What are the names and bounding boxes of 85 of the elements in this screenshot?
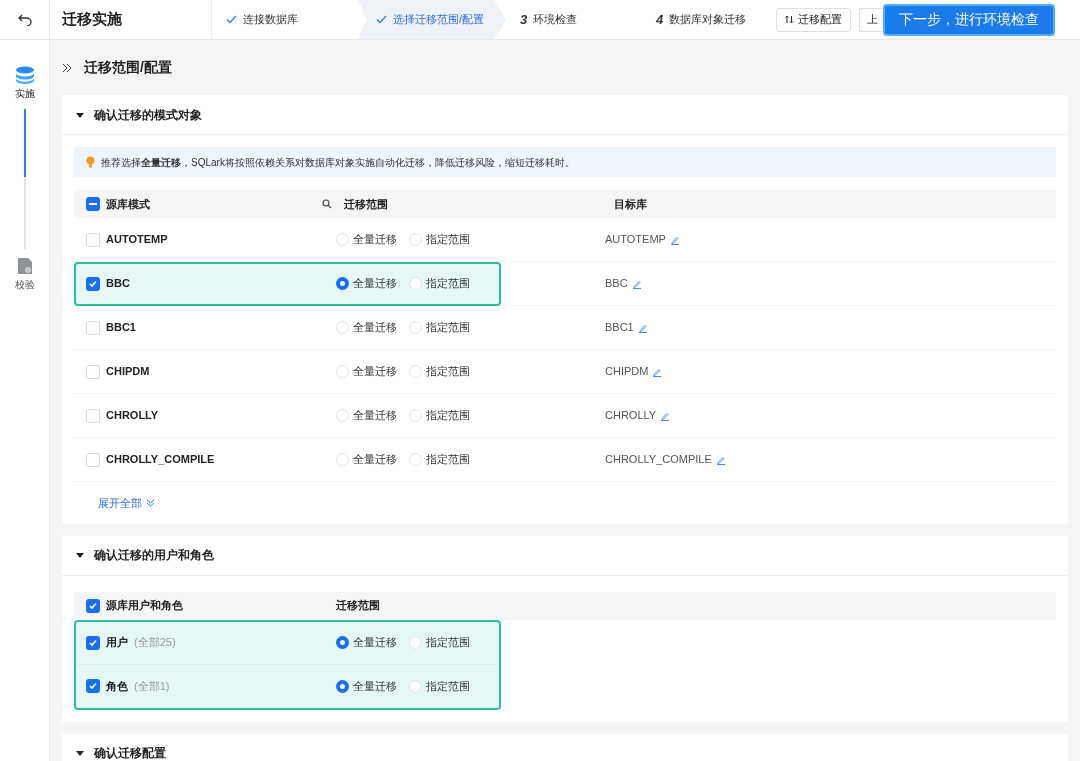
radio-option[interactable]: 全量迁移 <box>336 677 397 695</box>
radio-option[interactable]: 指定范围 <box>409 319 470 336</box>
database-icon <box>14 66 35 84</box>
checkmark-icon <box>88 278 98 289</box>
radio-option[interactable]: 全量迁移 <box>336 634 397 651</box>
radio-option[interactable]: 指定范围 <box>409 451 470 468</box>
radio-option[interactable]: 全量迁移 <box>336 231 397 248</box>
radio-option[interactable]: 指定范围 <box>409 275 470 292</box>
pencil-icon[interactable] <box>660 410 671 421</box>
tip-text: 推荐选择全量迁移，SQLark将按照依赖关系对数据库对象实施自动化迁移，降低迁移风险，缩短迁移耗时。 <box>101 155 575 170</box>
pencil-icon[interactable] <box>652 366 663 377</box>
back-icon[interactable] <box>17 13 32 26</box>
next-button[interactable]: 下一步，进行环境检查 <box>883 3 1055 36</box>
pencil-icon[interactable] <box>715 454 726 465</box>
expand-icon[interactable] <box>62 62 72 73</box>
step-tab[interactable]: 4 数据库对象迁移 <box>652 0 772 39</box>
target-name: CHIPDM <box>605 364 649 380</box>
checkbox[interactable] <box>86 635 100 650</box>
checkbox[interactable] <box>86 452 100 467</box>
check-icon <box>226 15 237 24</box>
section-title: 确认迁移的用户和角色 <box>94 547 214 564</box>
column-header: 源库模式 <box>106 196 150 212</box>
checkbox[interactable] <box>86 364 100 379</box>
section-title: 确认迁移配置 <box>94 745 166 761</box>
caret-icon[interactable] <box>76 551 84 559</box>
column-header: 迁移范围 <box>336 598 380 614</box>
config-button[interactable]: 迁移配置 <box>776 7 851 32</box>
checkmark-icon <box>88 681 98 691</box>
radio-option[interactable]: 指定范围 <box>409 363 470 380</box>
checkbox[interactable] <box>86 679 100 693</box>
schema-name: CHROLLY <box>106 408 159 424</box>
role-name: 角色 <box>106 678 128 694</box>
checkbox[interactable] <box>86 320 100 335</box>
schema-name: BBC1 <box>106 320 136 336</box>
radio-option[interactable]: 指定范围 <box>409 231 470 248</box>
sort-icon <box>785 15 794 24</box>
expand-all-link[interactable]: 展开全部 <box>98 495 155 512</box>
schema-name: AUTOTEMP <box>106 232 168 248</box>
target-name: CHROLLY <box>605 408 657 424</box>
target-name: AUTOTEMP <box>605 232 666 248</box>
column-header: 目标库 <box>614 196 647 212</box>
radio-option[interactable]: 全量迁移 <box>336 275 397 292</box>
count-label: (全部25) <box>134 635 176 651</box>
column-header: 源库用户和角色 <box>106 598 183 614</box>
pencil-icon[interactable] <box>631 278 642 289</box>
pencil-icon[interactable] <box>669 234 680 245</box>
target-name: CHROLLY_COMPILE <box>605 452 712 468</box>
schema-name: BBC <box>106 276 130 292</box>
checkbox[interactable] <box>86 232 100 247</box>
checkmark-icon <box>88 600 98 611</box>
radio-option[interactable]: 全量迁移 <box>336 451 397 468</box>
checkbox[interactable] <box>86 197 100 211</box>
column-header: 迁移范围 <box>344 196 389 212</box>
side-nav-item[interactable]: 实施 <box>14 66 35 101</box>
search-icon[interactable] <box>322 199 332 209</box>
check-icon <box>376 15 387 24</box>
pencil-icon[interactable] <box>637 322 648 333</box>
step-tab[interactable]: 连接数据库 <box>212 0 358 39</box>
target-name: BBC <box>605 276 628 292</box>
schema-name: CHIPDM <box>106 364 150 380</box>
document-icon <box>16 257 33 275</box>
radio-option[interactable]: 全量迁移 <box>336 363 397 380</box>
radio-option[interactable]: 指定范围 <box>409 634 470 651</box>
lightbulb-icon <box>86 156 95 168</box>
radio-option[interactable]: 指定范围 <box>409 407 470 424</box>
app-title: 迁移实施 <box>50 0 212 39</box>
step-tab[interactable]: 选择迁移范围/配置 <box>358 0 506 39</box>
checkbox[interactable] <box>86 276 100 291</box>
target-name: BBC1 <box>605 320 634 336</box>
page-title: 迁移范围/配置 <box>84 58 172 77</box>
checkbox[interactable] <box>86 408 100 423</box>
schema-name: CHROLLY_COMPILE <box>106 452 215 468</box>
role-name: 用户 <box>106 635 128 651</box>
count-label: (全部1) <box>134 678 170 694</box>
caret-icon[interactable] <box>76 749 84 757</box>
checkbox[interactable] <box>86 598 100 613</box>
checkmark-icon <box>88 637 98 648</box>
radio-option[interactable]: 全量迁移 <box>336 407 397 424</box>
radio-option[interactable]: 全量迁移 <box>336 319 397 336</box>
section-title: 确认迁移的模式对象 <box>94 106 202 124</box>
side-nav-item[interactable]: 校验 <box>14 257 35 292</box>
step-tab[interactable]: 3 环境检查 <box>506 0 652 39</box>
chevron-down-icon <box>146 499 155 508</box>
caret-icon[interactable] <box>76 110 84 119</box>
radio-option[interactable]: 指定范围 <box>409 677 470 695</box>
